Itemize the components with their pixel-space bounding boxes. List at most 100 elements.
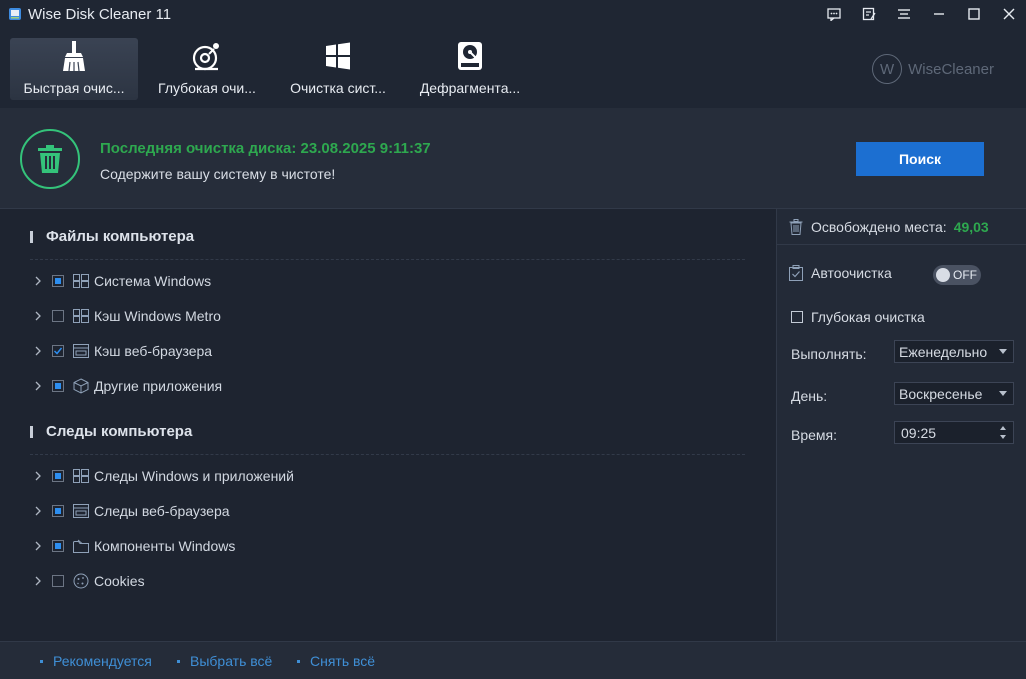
tab-label: Очистка сист... xyxy=(290,80,386,96)
minimize-icon[interactable] xyxy=(921,0,956,28)
list-item-label: Кэш веб-браузера xyxy=(94,343,213,359)
list-item-label: Следы веб-браузера xyxy=(94,503,230,519)
auto-clean-row: Автоочистка xyxy=(789,265,892,281)
recommended-link[interactable]: Рекомендуется xyxy=(40,653,152,669)
title-bar: Wise Disk Cleaner 11 xyxy=(0,0,1026,28)
feedback-icon[interactable] xyxy=(816,0,851,28)
tab-defrag[interactable]: Дефрагмента... xyxy=(406,38,534,100)
checkbox[interactable] xyxy=(52,470,64,482)
windows-icon xyxy=(274,38,402,74)
select-all-label: Выбрать всё xyxy=(190,653,273,669)
day-select[interactable]: Воскресенье xyxy=(894,382,1014,405)
checkbox[interactable] xyxy=(52,380,64,392)
list-item-browser-cache[interactable]: Кэш веб-браузера xyxy=(32,341,212,361)
box-icon xyxy=(72,378,90,394)
chevron-right-icon[interactable] xyxy=(32,311,44,321)
last-clean-text: Последняя очистка диска: 23.08.2025 9:11… xyxy=(100,140,431,157)
list-item-label: Cookies xyxy=(94,573,145,589)
list-item-windows-app-traces[interactable]: Следы Windows и приложений xyxy=(32,466,294,486)
chevron-right-icon[interactable] xyxy=(32,576,44,586)
day-label: День: xyxy=(791,388,828,404)
run-frequency-value: Еженедельно xyxy=(899,343,988,360)
browser-icon xyxy=(72,503,90,519)
auto-clean-toggle[interactable]: OFF xyxy=(933,265,981,285)
section-title-computer-files: Файлы компьютера xyxy=(30,228,194,245)
folder-icon xyxy=(72,538,90,554)
freed-space: Освобождено места: 49,03 xyxy=(789,219,989,235)
time-label: Время: xyxy=(791,427,838,443)
chevron-right-icon[interactable] xyxy=(32,471,44,481)
footer-bar: Рекомендуется Выбрать всё Снять всё xyxy=(0,641,1026,679)
maximize-icon[interactable] xyxy=(956,0,991,28)
run-frequency-select[interactable]: Еженедельно xyxy=(894,340,1014,363)
deselect-all-link[interactable]: Снять всё xyxy=(297,653,375,669)
list-item-windows-components[interactable]: Компоненты Windows xyxy=(32,536,235,556)
day-value: Воскресенье xyxy=(899,385,983,402)
chevron-right-icon[interactable] xyxy=(32,381,44,391)
checkbox[interactable] xyxy=(52,310,64,322)
checkbox[interactable] xyxy=(52,540,64,552)
disk-icon xyxy=(406,38,534,74)
browser-icon xyxy=(72,343,90,359)
divider xyxy=(777,244,1026,245)
section-title-computer-traces: Следы компьютера xyxy=(30,423,192,440)
spin-down-icon[interactable] xyxy=(1000,435,1006,439)
list-item-browser-traces[interactable]: Следы веб-браузера xyxy=(32,501,230,521)
cookie-icon xyxy=(72,573,90,589)
search-button[interactable]: Поиск xyxy=(856,142,984,176)
deep-clean-checkbox[interactable] xyxy=(791,311,803,323)
list-item-label: Компоненты Windows xyxy=(94,538,236,554)
toggle-knob xyxy=(936,268,950,282)
tab-label: Быстрая очис... xyxy=(23,80,125,96)
windows-tile-icon xyxy=(72,468,90,484)
select-all-link[interactable]: Выбрать всё xyxy=(177,653,272,669)
deep-clean-option[interactable]: Глубокая очистка xyxy=(791,309,925,325)
section-marker xyxy=(30,230,33,243)
list-item-windows-system[interactable]: Система Windows xyxy=(32,271,211,291)
time-value: 09:25 xyxy=(901,424,937,441)
list-item-cookies[interactable]: Cookies xyxy=(32,571,145,591)
cleanup-list-panel: Файлы компьютера Система Windows Кэш Win… xyxy=(0,209,776,641)
checkbox[interactable] xyxy=(52,505,64,517)
divider xyxy=(30,454,745,455)
list-item-label: Другие приложения xyxy=(94,378,223,394)
tab-deep-clean[interactable]: Глубокая очи... xyxy=(143,38,271,100)
brand-name: WiseCleaner xyxy=(908,60,994,78)
windows-tile-icon xyxy=(72,273,90,289)
window-title: Wise Disk Cleaner 11 xyxy=(28,5,172,23)
clipboard-check-icon xyxy=(789,265,803,281)
notes-icon[interactable] xyxy=(851,0,886,28)
windows-tile-icon xyxy=(72,308,90,324)
toggle-state: OFF xyxy=(953,268,977,282)
time-spinner[interactable]: 09:25 xyxy=(894,421,1014,444)
checkbox[interactable] xyxy=(52,275,64,287)
checkbox[interactable] xyxy=(52,575,64,587)
chevron-right-icon[interactable] xyxy=(32,276,44,286)
deselect-all-label: Снять всё xyxy=(310,653,376,669)
menu-icon[interactable] xyxy=(886,0,921,28)
spin-up-icon[interactable] xyxy=(1000,426,1006,430)
tab-label: Глубокая очи... xyxy=(158,80,256,96)
bullet xyxy=(297,659,300,663)
list-item-label: Следы Windows и приложений xyxy=(94,468,294,484)
tab-label: Дефрагмента... xyxy=(419,80,521,96)
list-item-windows-metro-cache[interactable]: Кэш Windows Metro xyxy=(32,306,221,326)
section-marker xyxy=(30,425,33,438)
auto-clean-label: Автоочистка xyxy=(811,265,892,281)
chevron-right-icon[interactable] xyxy=(32,346,44,356)
close-icon[interactable] xyxy=(991,0,1026,28)
tab-quick-clean[interactable]: Быстрая очис... xyxy=(10,38,138,100)
chevron-right-icon[interactable] xyxy=(32,506,44,516)
checkbox[interactable] xyxy=(52,345,64,357)
deep-clean-label: Глубокая очистка xyxy=(811,309,925,325)
bullet xyxy=(40,659,43,663)
chevron-right-icon[interactable] xyxy=(32,541,44,551)
bullet xyxy=(177,659,180,663)
recommended-label: Рекомендуется xyxy=(53,653,152,669)
dropdown-arrow-icon xyxy=(999,391,1007,396)
tab-system-cleanup[interactable]: Очистка сист... xyxy=(274,38,402,100)
broom-icon xyxy=(10,38,138,74)
settings-panel: Освобождено места: 49,03 Автоочистка OFF… xyxy=(776,209,1026,641)
list-item-other-apps[interactable]: Другие приложения xyxy=(32,376,222,396)
small-trash-icon xyxy=(789,219,803,235)
